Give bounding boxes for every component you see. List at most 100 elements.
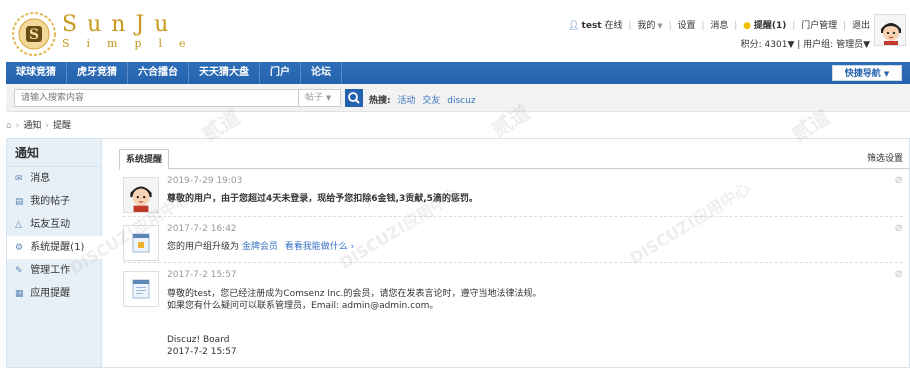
separator: | (628, 21, 632, 31)
separator: | (797, 40, 801, 50)
quick-nav-button[interactable]: 快捷导航 ▼ (832, 65, 902, 81)
breadcrumb-separator: › (45, 121, 49, 131)
notice-time: 2019-7-29 19:03 (167, 176, 243, 186)
chevron-down-icon: ▼ (325, 94, 332, 102)
wrench-icon: ✎ (15, 266, 23, 276)
filter-settings-link[interactable]: 筛选设置 (867, 151, 903, 164)
sidebar-item-system-notice[interactable]: ⚙ 系统提醒(1) (7, 236, 102, 259)
site-header: S SunJu Simple 👤︎ test 在线 | 我的 ▼ | 设置 | 消息… (0, 0, 910, 60)
reminders-link[interactable]: 提醒(1) (754, 21, 787, 31)
sidebar: 通知 ✉ 消息 ▤ 我的帖子 △ 坛友互动 ⚙ 系统提醒(1) ✎ 管理工作 ▦… (7, 139, 102, 367)
delete-icon[interactable]: ⊘ (895, 223, 903, 234)
notice-text-line: 如果您有什么疑问可以联系管理员，Email: admin@admin.com。 (167, 301, 439, 311)
sidebar-item-app-notice[interactable]: ▦ 应用提醒 (7, 282, 101, 305)
nav-item-huya-guess[interactable]: 虎牙竞猜 (67, 62, 128, 84)
breadcrumb: ⌂ › 通知 › 提醒 (6, 118, 71, 131)
search-icon (348, 92, 360, 104)
main-nav: 球球竞猜 虎牙竞猜 六合擂台 天天猜大盘 门户 论坛 快捷导航 ▼ (6, 62, 910, 84)
sidebar-item-my-posts[interactable]: ▤ 我的帖子 (7, 190, 101, 213)
logout-link[interactable]: 退出 (852, 21, 870, 31)
separator: | (668, 21, 672, 31)
gear-icon: ⚙ (15, 243, 24, 253)
sidebar-item-interaction[interactable]: △ 坛友互动 (7, 213, 101, 236)
portal-admin-link[interactable]: 门户管理 (801, 21, 837, 31)
breadcrumb-item[interactable]: 提醒 (53, 121, 71, 131)
user-icon: 👤︎ (568, 21, 580, 31)
chevron-down-icon[interactable]: ▼ (787, 40, 794, 50)
notice-time: 2017-7-2 15:57 (167, 270, 237, 280)
nav-item-portal[interactable]: 门户 (260, 62, 301, 84)
triangle-icon: △ (15, 220, 22, 230)
sidebar-title: 通知 (7, 139, 101, 167)
my-menu[interactable]: 我的 (637, 21, 655, 31)
notice-text-prefix: 您的用户组升级为 (167, 242, 240, 252)
nav-item-daily-market[interactable]: 天天猜大盘 (189, 62, 260, 84)
search-bar: 帖子 ▼ 热搜: 活动 交友 discuz (6, 84, 910, 112)
logo-title: SunJu (62, 12, 179, 37)
separator: | (792, 21, 796, 31)
hot-keyword[interactable]: discuz (447, 96, 475, 106)
settings-link[interactable]: 设置 (678, 21, 696, 31)
envelope-icon: ✉ (15, 174, 23, 184)
what-can-i-do-link[interactable]: 看看我能做什么 › (285, 242, 354, 252)
hot-search-label: 热搜: (369, 96, 391, 106)
search-input[interactable] (14, 89, 299, 107)
document-icon: ▤ (15, 197, 24, 207)
home-icon[interactable]: ⌂ (6, 121, 12, 131)
notice-content: 系统提醒 筛选设置 2019-7-29 19:03 尊敬的用户，由于您超过4天未… (103, 139, 909, 367)
tab-bar: 系统提醒 (119, 147, 909, 170)
grid-icon: ▦ (15, 289, 24, 299)
sidebar-item-label: 消息 (30, 173, 51, 184)
breadcrumb-separator: › (15, 121, 20, 131)
nav-item-forum[interactable]: 论坛 (301, 62, 342, 84)
chevron-down-icon[interactable]: ▼ (657, 22, 662, 30)
chevron-down-icon[interactable]: ▼ (863, 40, 870, 50)
notice-panel: 通知 ✉ 消息 ▤ 我的帖子 △ 坛友互动 ⚙ 系统提醒(1) ✎ 管理工作 ▦… (6, 138, 910, 368)
breadcrumb-item[interactable]: 通知 (23, 121, 41, 131)
sidebar-item-label: 坛友互动 (30, 219, 71, 230)
system-notice-icon (123, 225, 159, 261)
site-logo-icon[interactable]: S (10, 10, 58, 58)
separator: | (843, 21, 847, 31)
tab-system-notice[interactable]: 系统提醒 (119, 149, 170, 170)
notice-text: 您的用户组升级为 金牌会员 看看我能做什么 › (167, 239, 354, 252)
hot-search: 热搜: 活动 交友 discuz (369, 93, 476, 106)
usergroup-link[interactable]: 金牌会员 (242, 242, 278, 252)
system-notice-icon (123, 271, 159, 307)
delete-icon[interactable]: ⊘ (895, 269, 903, 280)
avatar[interactable] (874, 14, 906, 46)
delete-icon[interactable]: ⊘ (895, 175, 903, 186)
hot-keyword[interactable]: 交友 (422, 96, 440, 106)
messages-link[interactable]: 消息 (710, 21, 728, 31)
user-toolbar: 👤︎ test 在线 | 我的 ▼ | 设置 | 消息 | ● 提醒(1) | 门户… (568, 18, 870, 31)
points-menu[interactable]: 积分: 4301 (741, 40, 788, 50)
site-logo-text[interactable]: SunJu Simple (62, 12, 203, 50)
sidebar-item-label: 系统提醒(1) (30, 242, 85, 253)
sidebar-item-label: 应用提醒 (30, 288, 71, 299)
sidebar-item-admin-work[interactable]: ✎ 管理工作 (7, 259, 101, 282)
notice-item: 2017-7-2 16:42 您的用户组升级为 金牌会员 看看我能做什么 › ⊘ (123, 223, 903, 263)
notice-item: 2017-7-2 15:57 尊敬的test，您已经注册成为Comsenz In… (123, 269, 903, 365)
search-button[interactable] (345, 89, 363, 107)
search-type-value: 帖子 (305, 93, 324, 103)
online-status[interactable]: 在线 (605, 21, 623, 31)
sidebar-item-messages[interactable]: ✉ 消息 (7, 167, 101, 190)
usergroup-menu[interactable]: 用户组: 管理员 (803, 40, 863, 50)
username-link[interactable]: test (582, 21, 602, 31)
search-type-select[interactable]: 帖子 ▼ (299, 89, 341, 107)
sidebar-item-label: 我的帖子 (30, 196, 71, 207)
notice-text: 尊敬的用户，由于您超过4天未登录，现给予您扣除6金钱,3贡献,5滴的惩罚。 (167, 194, 478, 204)
logo-subtitle: Simple (62, 37, 203, 50)
sidebar-item-label: 管理工作 (30, 265, 71, 276)
notice-item: 2019-7-29 19:03 尊敬的用户，由于您超过4天未登录，现给予您扣除6… (123, 175, 903, 217)
notice-signature: Discuz! Board (167, 335, 230, 345)
logo-letter: S (29, 27, 39, 43)
chevron-down-icon: ▼ (883, 70, 890, 78)
hot-keyword[interactable]: 活动 (397, 96, 415, 106)
nav-item-ball-guess[interactable]: 球球竞猜 (6, 62, 67, 84)
separator: | (701, 21, 705, 31)
user-stats: 积分: 4301▼ | 用户组: 管理员▼ (741, 37, 870, 50)
nav-item-liuhe-arena[interactable]: 六合擂台 (128, 62, 189, 84)
avatar[interactable] (123, 177, 159, 213)
notice-signature-time: 2017-7-2 15:57 (167, 347, 237, 357)
